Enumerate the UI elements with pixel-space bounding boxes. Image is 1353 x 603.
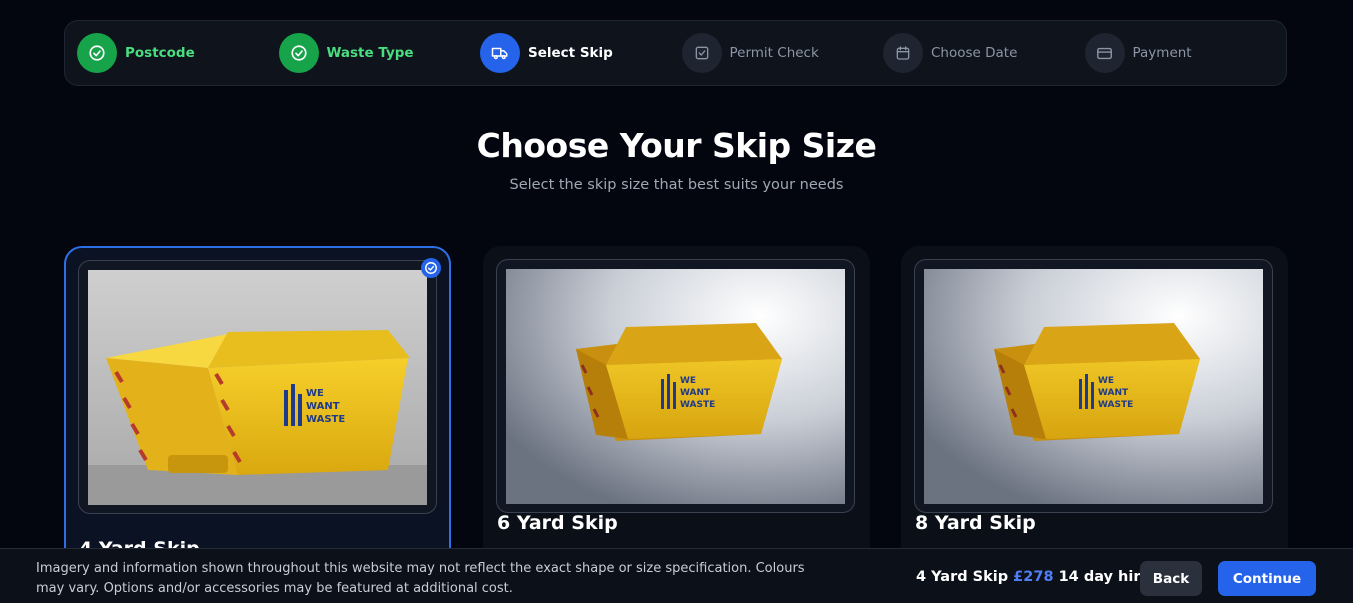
summary-size: 4 Yard Skip	[916, 569, 1009, 585]
skip-image: WE WANT WASTE	[506, 269, 845, 504]
step-label: Choose Date	[931, 45, 1018, 61]
skip-image-frame: WE WANT WASTE	[78, 260, 437, 514]
skip-card-title: 8 Yard Skip	[915, 512, 1036, 534]
skip-card-4-yard[interactable]: WE WANT WASTE 4 Yard Skip	[64, 246, 451, 586]
logo-text: WANT	[680, 388, 711, 398]
progress-stepper: Postcode Waste Type Select Skip Permit C…	[64, 20, 1287, 86]
summary-price: £278	[1013, 569, 1054, 585]
skip-image-frame: WE WANT WASTE	[914, 259, 1273, 513]
step-choose-date[interactable]: Choose Date	[883, 33, 1085, 73]
check-circle-icon	[77, 33, 117, 73]
calendar-icon	[883, 33, 923, 73]
skip-card-6-yard[interactable]: WE WANT WASTE 6 Yard Skip	[483, 246, 870, 586]
step-label: Postcode	[125, 45, 195, 61]
logo-text: WANT	[1098, 388, 1129, 398]
skip-card-8-yard[interactable]: WE WANT WASTE 8 Yard Skip	[901, 246, 1288, 586]
skip-image-frame: WE WANT WASTE	[496, 259, 855, 513]
skip-image: WE WANT WASTE	[924, 269, 1263, 504]
step-label: Payment	[1132, 45, 1192, 61]
page-title: Choose Your Skip Size	[476, 126, 877, 165]
continue-button[interactable]: Continue	[1218, 561, 1316, 596]
logo-text: WE	[1098, 376, 1114, 386]
step-payment[interactable]: Payment	[1084, 33, 1287, 73]
page-subtitle: Select the skip size that best suits you…	[509, 177, 844, 193]
logo-text: WANT	[306, 401, 340, 412]
credit-card-icon	[1084, 33, 1125, 73]
truck-icon	[480, 33, 520, 73]
step-postcode[interactable]: Postcode	[77, 33, 279, 73]
logo-text: WASTE	[306, 414, 345, 425]
summary-period: 14 day hire	[1058, 569, 1151, 585]
step-waste-type[interactable]: Waste Type	[278, 33, 481, 73]
step-label: Select Skip	[528, 45, 613, 61]
logo-text: WASTE	[680, 400, 715, 410]
selected-check-icon	[421, 258, 441, 278]
step-label: Waste Type	[326, 45, 414, 61]
disclaimer-text: Imagery and information shown throughout…	[36, 561, 805, 596]
step-select-skip[interactable]: Select Skip	[480, 33, 682, 73]
bottom-action-bar: Imagery and information shown throughout…	[0, 548, 1353, 603]
step-label: Permit Check	[729, 45, 819, 61]
logo-text: WE	[680, 376, 696, 386]
skip-card-title: 6 Yard Skip	[497, 512, 618, 534]
logo-text: WE	[306, 388, 324, 399]
step-permit-check[interactable]: Permit Check	[681, 33, 884, 73]
selection-summary: 4 Yard Skip £278 14 day hire	[916, 569, 1150, 585]
skip-image: WE WANT WASTE	[88, 270, 427, 505]
back-button[interactable]: Back	[1140, 561, 1202, 596]
check-circle-icon	[278, 33, 319, 73]
check-square-icon	[681, 33, 722, 73]
logo-text: WASTE	[1098, 400, 1133, 410]
